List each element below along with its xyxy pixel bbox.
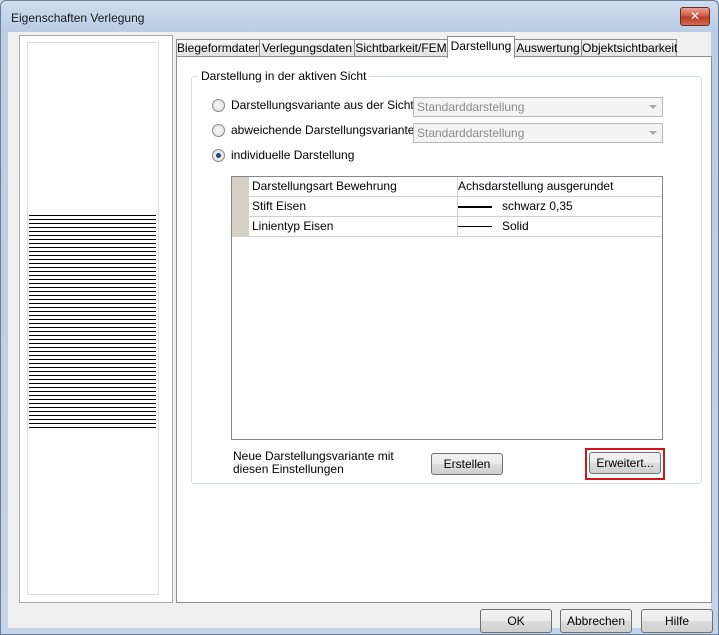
property-row[interactable]: Stift Eisen schwarz 0,35 [232, 197, 662, 217]
help-button[interactable]: Hilfe [641, 609, 713, 633]
preview-panel [19, 35, 173, 603]
close-button[interactable]: ✕ [680, 7, 710, 26]
tab-objektsichtbarkeit[interactable]: Objektsichtbarkeit [581, 39, 677, 57]
preview-canvas [27, 42, 159, 595]
tab-biegeformdaten[interactable]: Biegeformdaten [176, 39, 262, 57]
active-view-groupbox: Darstellung in der aktiven Sicht Darstel… [191, 69, 702, 484]
radio-label: Darstellungsvariante aus der Sicht [231, 98, 414, 112]
property-name: Darstellungsart Bewehrung [249, 177, 458, 197]
darstellung-panel: Darstellung in der aktiven Sicht Darstel… [176, 56, 712, 603]
radio-label: abweichende Darstellungsvariante [231, 123, 415, 137]
property-value[interactable]: schwarz 0,35 [455, 197, 662, 217]
property-value[interactable]: Solid [455, 217, 662, 237]
chevron-down-icon[interactable] [649, 105, 657, 109]
tab-sichtbarkeit-fem[interactable]: Sichtbarkeit/FEM [354, 39, 448, 57]
radio-button[interactable] [212, 124, 225, 137]
title-bar[interactable]: Eigenschaften Verlegung ✕ [1, 1, 718, 31]
pen-line-sample [458, 206, 492, 208]
radio-button[interactable] [212, 149, 225, 162]
row-gutter [232, 217, 249, 237]
group-title: Darstellung in der aktiven Sicht [198, 69, 370, 83]
window-title: Eigenschaften Verlegung [11, 11, 145, 25]
property-value[interactable]: Achsdarstellung ausgerundet [455, 177, 662, 197]
property-name: Linientyp Eisen [249, 217, 458, 237]
tab-auswertung[interactable]: Auswertung [514, 39, 582, 57]
variant-from-view-combo[interactable]: Standarddarstellung [413, 97, 663, 117]
deviating-variant-combo[interactable]: Standarddarstellung [413, 123, 663, 143]
display-property-grid: Darstellungsart Bewehrung Achsdarstellun… [231, 176, 663, 440]
property-value-text: schwarz 0,35 [502, 199, 573, 213]
dialog-client: Biegeformdaten Verlegungsdaten Sichtbark… [8, 32, 713, 633]
radio-label: individuelle Darstellung [231, 148, 355, 162]
property-row[interactable]: Darstellungsart Bewehrung Achsdarstellun… [232, 177, 662, 197]
combo-value: Standarddarstellung [417, 100, 525, 114]
linetype-line-sample [458, 226, 492, 227]
property-value-text: Achsdarstellung ausgerundet [458, 179, 614, 193]
dialog-window: Eigenschaften Verlegung ✕ Biegeformdaten… [0, 0, 719, 635]
property-name: Stift Eisen [249, 197, 458, 217]
cancel-button[interactable]: Abbrechen [560, 609, 632, 633]
property-value-text: Solid [502, 219, 529, 233]
new-variant-label: Neue Darstellungsvariante mit diesen Ein… [233, 449, 394, 476]
radio-button[interactable] [212, 99, 225, 112]
create-button[interactable]: Erstellen [431, 453, 503, 475]
chevron-down-icon[interactable] [649, 131, 657, 135]
combo-value: Standarddarstellung [417, 126, 525, 140]
row-gutter [232, 197, 249, 217]
reinforcement-preview-hatch [29, 215, 156, 429]
row-gutter [232, 177, 249, 197]
ok-button[interactable]: OK [480, 609, 552, 633]
tab-verlegungsdaten[interactable]: Verlegungsdaten [259, 39, 355, 57]
property-row[interactable]: Linientyp Eisen Solid [232, 217, 662, 237]
advanced-button[interactable]: Erweitert... [589, 452, 661, 474]
tab-darstellung[interactable]: Darstellung [447, 36, 515, 58]
